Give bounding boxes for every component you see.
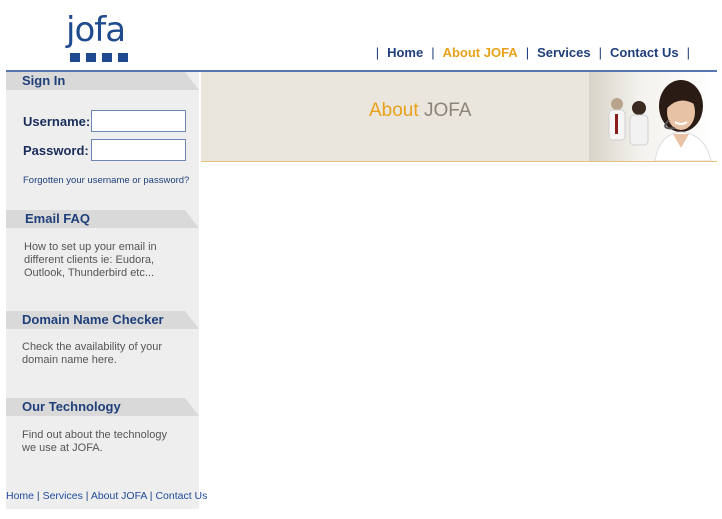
page-title-about: About bbox=[369, 100, 424, 121]
jofa-logo[interactable]: jofa bbox=[66, 10, 134, 64]
nav-contact-link[interactable]: Contact Us bbox=[610, 45, 679, 60]
top-navigation: | Home | About JOFA | Services | Contact… bbox=[368, 45, 698, 60]
agents-illustration bbox=[608, 80, 712, 161]
technology-heading[interactable]: Our Technology bbox=[22, 399, 121, 414]
call-center-agents-photo bbox=[589, 72, 717, 161]
footer-links: Home | Services | About JOFA | Contact U… bbox=[6, 490, 207, 502]
nav-separator: | bbox=[375, 45, 380, 60]
footer-home-link[interactable]: Home bbox=[6, 490, 34, 502]
email-faq-heading[interactable]: Email FAQ bbox=[25, 211, 90, 226]
nav-services-link[interactable]: Services bbox=[537, 45, 591, 60]
nav-separator: | bbox=[598, 45, 602, 60]
technology-text: Find out about the technology we use at … bbox=[22, 429, 167, 454]
footer-separator: | bbox=[82, 490, 91, 502]
nav-separator: | bbox=[431, 45, 435, 60]
password-input[interactable] bbox=[91, 139, 186, 161]
nav-home-link[interactable]: Home bbox=[387, 45, 423, 60]
footer-about-link[interactable]: About JOFA bbox=[91, 490, 147, 502]
page-title: About JOFA bbox=[369, 100, 471, 122]
signin-heading: Sign In bbox=[22, 73, 66, 88]
nav-separator: | bbox=[525, 45, 530, 60]
domain-checker-heading-bar[interactable]: Domain Name Checker bbox=[6, 311, 199, 329]
username-input[interactable] bbox=[91, 110, 186, 132]
logo-squares bbox=[70, 53, 128, 62]
footer-contact-link[interactable]: Contact Us bbox=[155, 490, 207, 502]
password-label: Password: bbox=[23, 143, 89, 158]
domain-checker-heading[interactable]: Domain Name Checker bbox=[22, 312, 164, 327]
page-title-jofa: JOFA bbox=[423, 100, 472, 121]
sidebar: Sign In Username: Password: Forgotten yo… bbox=[6, 72, 207, 509]
forgot-credentials-link[interactable]: Forgotten your username or password? bbox=[23, 175, 189, 186]
domain-checker-text: Check the availability of your domain na… bbox=[22, 341, 163, 366]
footer-services-link[interactable]: Services bbox=[43, 490, 83, 502]
logo-text: jofa bbox=[66, 10, 126, 50]
signin-heading-bar: Sign In bbox=[6, 72, 199, 90]
email-faq-text: How to set up your email in different cl… bbox=[24, 241, 157, 279]
footer-separator: | bbox=[34, 490, 43, 502]
nav-separator: | bbox=[686, 45, 690, 60]
username-label: Username: bbox=[23, 114, 91, 129]
email-faq-heading-bar[interactable]: Email FAQ bbox=[6, 210, 199, 228]
nav-about-link[interactable]: About JOFA bbox=[443, 45, 518, 60]
technology-heading-bar[interactable]: Our Technology bbox=[6, 398, 199, 416]
page-banner: About JOFA bbox=[201, 72, 717, 162]
